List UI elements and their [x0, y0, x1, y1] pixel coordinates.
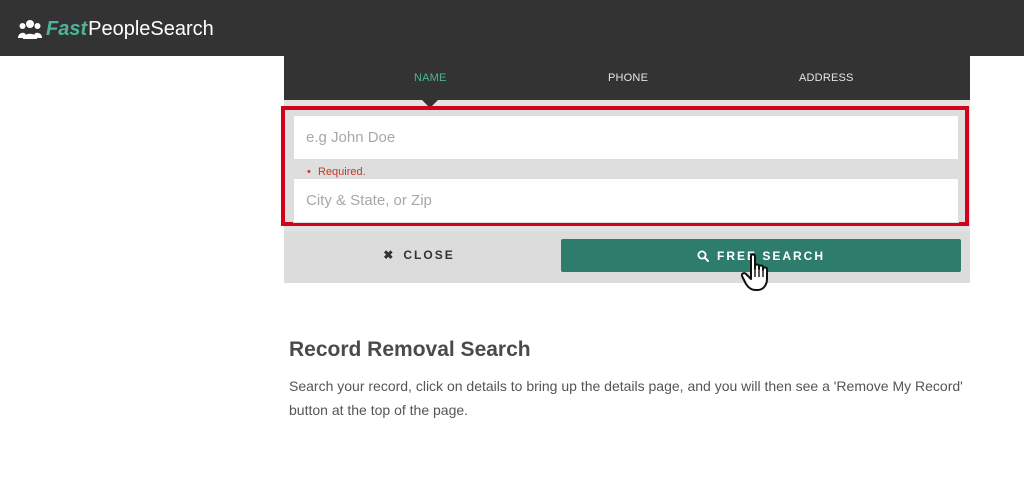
tab-name[interactable]: NAME — [414, 56, 447, 100]
name-input[interactable] — [293, 115, 959, 160]
x-icon: ✖ — [383, 248, 396, 262]
search-tabs: NAME PHONE ADDRESS — [284, 56, 970, 100]
site-logo[interactable]: Fast PeopleSearch — [18, 15, 214, 43]
close-button[interactable]: ✖ CLOSE — [284, 239, 554, 271]
logo-people-search-text: PeopleSearch — [88, 17, 214, 40]
location-input[interactable] — [293, 178, 959, 223]
tab-phone[interactable]: PHONE — [608, 56, 648, 100]
people-icon — [18, 20, 42, 39]
record-removal-section: Record Removal Search Search your record… — [289, 338, 969, 422]
logo-fast-text: Fast — [46, 17, 88, 40]
hand-pointer-icon — [741, 253, 768, 291]
required-message: Required. — [307, 166, 366, 178]
section-body: Search your record, click on details to … — [289, 378, 963, 418]
close-label: CLOSE — [403, 248, 455, 262]
action-bar: ✖ CLOSE FREE SEARCH — [284, 231, 970, 283]
search-icon — [697, 250, 709, 262]
tab-address[interactable]: ADDRESS — [799, 56, 854, 100]
top-header: Fast PeopleSearch — [0, 0, 1024, 56]
section-title: Record Removal Search — [289, 338, 531, 361]
